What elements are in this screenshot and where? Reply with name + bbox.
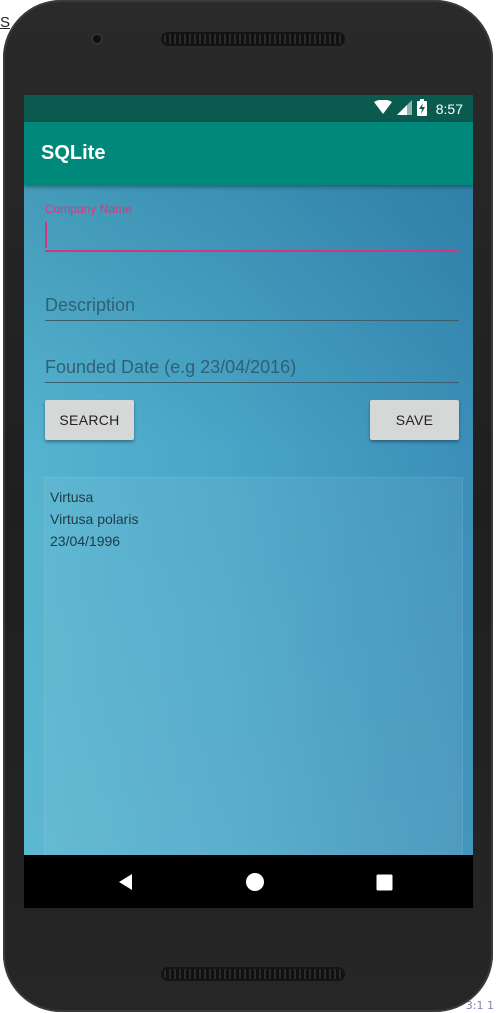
page: S 3:1 1 8:57 SQLite Company Name Descrip… xyxy=(0,0,496,1013)
front-camera xyxy=(91,33,103,45)
save-button[interactable]: SAVE xyxy=(370,400,459,440)
main-content: Company Name SEARCH SAVE Virtusa xyxy=(24,185,473,855)
home-icon[interactable] xyxy=(242,869,268,895)
search-button[interactable]: SEARCH xyxy=(45,400,134,440)
description-input[interactable] xyxy=(45,289,459,321)
signal-icon xyxy=(396,99,412,119)
device-screen: 8:57 SQLite Company Name Description Fou… xyxy=(24,95,473,908)
app-title: SQLite xyxy=(41,142,106,164)
result-panel: Virtusa Virtusa polaris 23/04/1996 xyxy=(44,477,463,855)
company-name-underline xyxy=(45,250,459,252)
company-name-input[interactable] xyxy=(45,218,459,250)
background-text-fragment-bottom: 3:1 1 xyxy=(465,999,494,1012)
status-bar: 8:57 xyxy=(24,95,473,122)
battery-charging-icon xyxy=(416,98,427,120)
result-company-name: Virtusa xyxy=(50,489,94,505)
recents-icon[interactable] xyxy=(371,869,397,895)
back-icon[interactable] xyxy=(113,869,139,895)
phone-frame: 8:57 SQLite Company Name Description Fou… xyxy=(3,0,493,1012)
earpiece-speaker xyxy=(161,32,345,46)
status-time: 8:57 xyxy=(435,101,463,117)
wifi-icon xyxy=(373,99,392,119)
company-name-label: Company Name xyxy=(45,202,132,216)
app-toolbar: SQLite xyxy=(24,122,473,185)
founded-date-input[interactable] xyxy=(45,351,459,383)
navigation-bar xyxy=(24,855,473,908)
description-underline xyxy=(45,320,459,321)
result-description: Virtusa polaris xyxy=(50,511,139,527)
status-icons: 8:57 xyxy=(373,98,463,120)
company-name-field: Company Name xyxy=(45,202,459,252)
result-founded-date: 23/04/1996 xyxy=(50,533,121,549)
bottom-speaker xyxy=(161,967,345,981)
background-text-fragment: S xyxy=(0,14,11,31)
founded-date-underline xyxy=(45,382,459,383)
